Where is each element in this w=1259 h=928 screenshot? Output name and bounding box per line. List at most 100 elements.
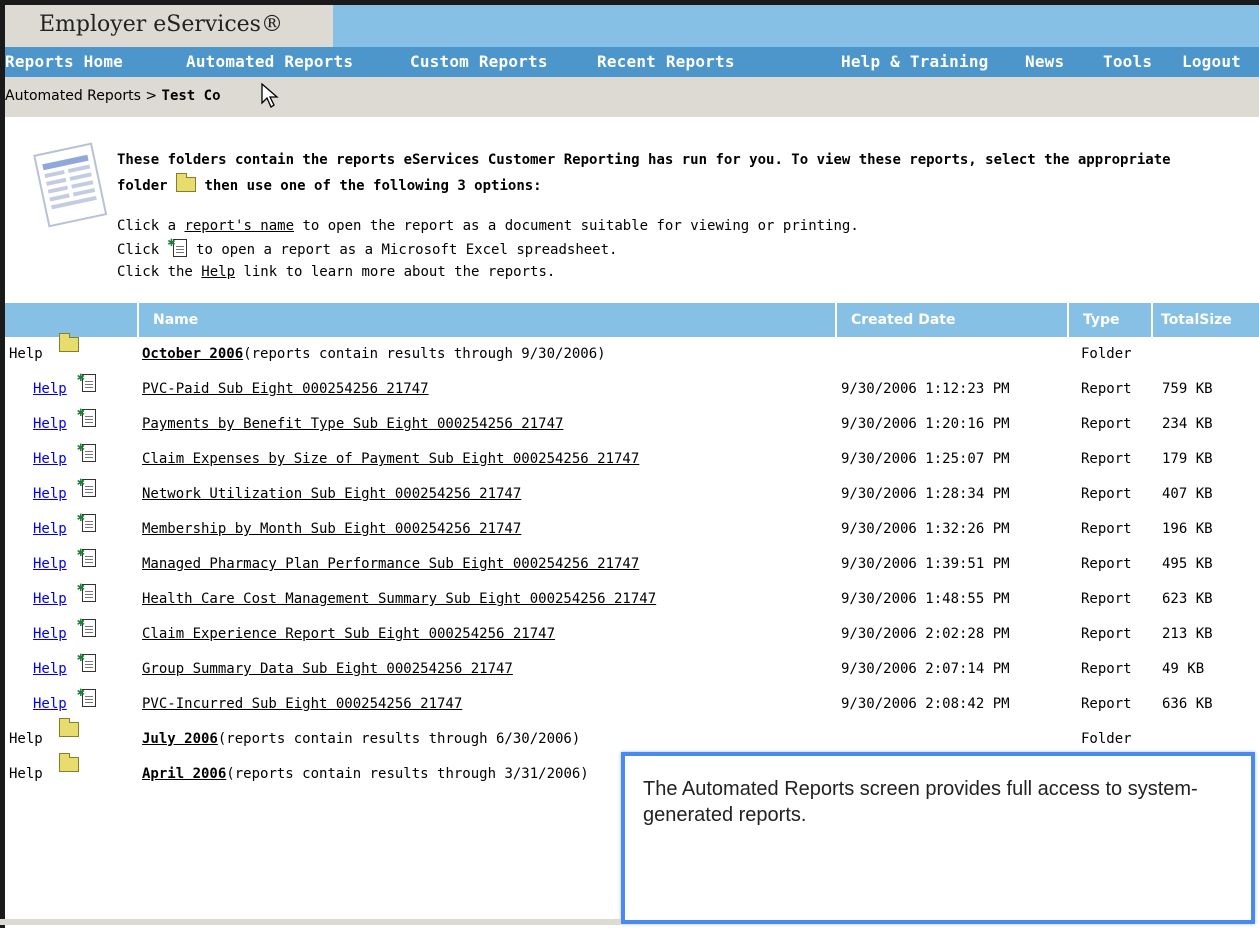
report-size: 179 KB: [1162, 451, 1213, 467]
report-help-link[interactable]: Help: [33, 407, 67, 441]
brand-logo: Employer eServices®: [5, 5, 333, 47]
breadcrumb-parent[interactable]: Automated Reports: [5, 88, 141, 104]
report-created-date: 9/30/2006 1:28:34 PM: [841, 486, 1010, 502]
report-row: Help ✱ Membership by Month Sub Eight 00025…: [5, 511, 1259, 546]
report-type: Report: [1081, 486, 1132, 502]
breadcrumb-current: Test Co: [161, 88, 221, 104]
header-created-date[interactable]: Created Date: [835, 303, 1067, 337]
callout-box: The Automated Reports screen provides fu…: [621, 752, 1255, 924]
folder-icon: [176, 173, 197, 192]
report-type: Report: [1081, 696, 1132, 712]
report-type: Report: [1081, 451, 1132, 467]
nav-recent-reports[interactable]: Recent Reports: [597, 47, 735, 77]
nav-reports-home[interactable]: Reports Home: [5, 47, 123, 77]
folder-type: Folder: [1081, 346, 1132, 362]
report-size: 495 KB: [1162, 556, 1213, 572]
header-help-col: [5, 303, 137, 337]
report-name-link[interactable]: Claim Experience Report Sub Eight 000254…: [142, 617, 555, 651]
report-size: 623 KB: [1162, 591, 1213, 607]
header-name[interactable]: Name: [137, 303, 835, 337]
report-created-date: 9/30/2006 1:20:16 PM: [841, 416, 1010, 432]
report-help-link[interactable]: Help: [33, 617, 67, 651]
report-size: 407 KB: [1162, 486, 1213, 502]
report-size: 196 KB: [1162, 521, 1213, 537]
report-type: Report: [1081, 661, 1132, 677]
report-created-date: 9/30/2006 1:48:55 PM: [841, 591, 1010, 607]
folder-link[interactable]: October 2006 (reports contain results th…: [142, 337, 606, 371]
report-help-link[interactable]: Help: [33, 652, 67, 686]
report-created-date: 9/30/2006 1:12:23 PM: [841, 381, 1010, 397]
report-help-link[interactable]: Help: [33, 547, 67, 581]
main-nav: Reports Home Automated Reports Custom Re…: [5, 47, 1259, 77]
header-type[interactable]: Type: [1067, 303, 1151, 337]
header-total-size[interactable]: TotalSize: [1151, 303, 1259, 337]
folder-link[interactable]: July 2006 (reports contain results throu…: [142, 722, 580, 756]
report-type: Report: [1081, 521, 1132, 537]
report-row: Help ✱ Group Summary Data Sub Eight 000254…: [5, 651, 1259, 686]
report-name-link[interactable]: Network Utilization Sub Eight 000254256 …: [142, 477, 521, 511]
report-name-link[interactable]: Managed Pharmacy Plan Performance Sub Ei…: [142, 547, 639, 581]
mouse-cursor-icon: [261, 83, 279, 108]
report-name-link[interactable]: Claim Expenses by Size of Payment Sub Ei…: [142, 442, 639, 476]
nav-tools[interactable]: Tools: [1103, 47, 1152, 77]
report-name-link[interactable]: Health Care Cost Management Summary Sub …: [142, 582, 656, 616]
report-row: Help ✱ Claim Experience Report Sub Eight 0…: [5, 616, 1259, 651]
report-size: 636 KB: [1162, 696, 1213, 712]
report-name-link[interactable]: Membership by Month Sub Eight 000254256 …: [142, 512, 521, 546]
report-name-link[interactable]: PVC-Incurred Sub Eight 000254256 21747: [142, 687, 462, 721]
breadcrumb: Automated Reports > Test Co: [5, 77, 1259, 117]
report-name-example-link: report's name: [184, 218, 295, 234]
title-bar: Employer eServices®: [5, 5, 1259, 47]
report-name-link[interactable]: PVC-Paid Sub Eight 000254256 21747: [142, 372, 429, 406]
report-type: Report: [1081, 556, 1132, 572]
excel-icon: ✱: [168, 236, 188, 258]
status-bar: [0, 919, 621, 925]
report-row: Help ✱ PVC-Paid Sub Eight 000254256 21747 9…: [5, 371, 1259, 406]
report-row: Help ✱ Network Utilization Sub Eight 00025…: [5, 476, 1259, 511]
nav-help-training[interactable]: Help & Training: [841, 47, 989, 77]
report-size: 49 KB: [1162, 661, 1205, 677]
report-help-link[interactable]: Help: [33, 372, 67, 406]
breadcrumb-separator: >: [145, 88, 158, 104]
folder-help-label[interactable]: Help: [9, 722, 43, 756]
folder-type: Folder: [1081, 731, 1132, 747]
folder-row: Help July 2006 (reports contain results t…: [5, 718, 1259, 756]
report-type: Report: [1081, 626, 1132, 642]
report-row: Help ✱ PVC-Incurred Sub Eight 000254256 21…: [5, 686, 1259, 721]
folder-help-label[interactable]: Help: [9, 337, 43, 371]
report-row: Help ✱ Health Care Cost Management Summary…: [5, 581, 1259, 616]
nav-news[interactable]: News: [1025, 47, 1064, 77]
table-header: Name Created Date Type TotalSize: [5, 303, 1259, 337]
report-size: 234 KB: [1162, 416, 1213, 432]
report-help-link[interactable]: Help: [33, 477, 67, 511]
nav-logout[interactable]: Logout: [1182, 47, 1241, 77]
nav-automated-reports[interactable]: Automated Reports: [186, 47, 353, 77]
report-help-link[interactable]: Help: [33, 687, 67, 721]
report-name-link[interactable]: Group Summary Data Sub Eight 000254256 2…: [142, 652, 513, 686]
report-created-date: 9/30/2006 1:32:26 PM: [841, 521, 1010, 537]
report-created-date: 9/30/2006 1:39:51 PM: [841, 556, 1010, 572]
help-example-link: Help: [201, 264, 236, 280]
report-created-date: 9/30/2006 2:07:14 PM: [841, 661, 1010, 677]
intro-instructions: Click a report's name to open the report…: [117, 218, 859, 280]
report-type: Report: [1081, 416, 1132, 432]
report-size: 759 KB: [1162, 381, 1213, 397]
report-type: Report: [1081, 381, 1132, 397]
report-help-link[interactable]: Help: [33, 442, 67, 476]
report-created-date: 9/30/2006 2:02:28 PM: [841, 626, 1010, 642]
report-row: Help ✱ Managed Pharmacy Plan Performance S…: [5, 546, 1259, 581]
report-document-icon: [33, 142, 108, 228]
folder-row: Help October 2006 (reports contain result…: [5, 333, 1259, 371]
report-type: Report: [1081, 591, 1132, 607]
nav-custom-reports[interactable]: Custom Reports: [410, 47, 548, 77]
folder-link[interactable]: April 2006 (reports contain results thro…: [142, 757, 589, 791]
report-size: 213 KB: [1162, 626, 1213, 642]
report-created-date: 9/30/2006 2:08:42 PM: [841, 696, 1010, 712]
folder-help-label[interactable]: Help: [9, 757, 43, 791]
report-row: Help ✱ Payments by Benefit Type Sub Eight …: [5, 406, 1259, 441]
report-name-link[interactable]: Payments by Benefit Type Sub Eight 00025…: [142, 407, 563, 441]
report-help-link[interactable]: Help: [33, 582, 67, 616]
report-row: Help ✱ Claim Expenses by Size of Payment S…: [5, 441, 1259, 476]
report-created-date: 9/30/2006 1:25:07 PM: [841, 451, 1010, 467]
report-help-link[interactable]: Help: [33, 512, 67, 546]
